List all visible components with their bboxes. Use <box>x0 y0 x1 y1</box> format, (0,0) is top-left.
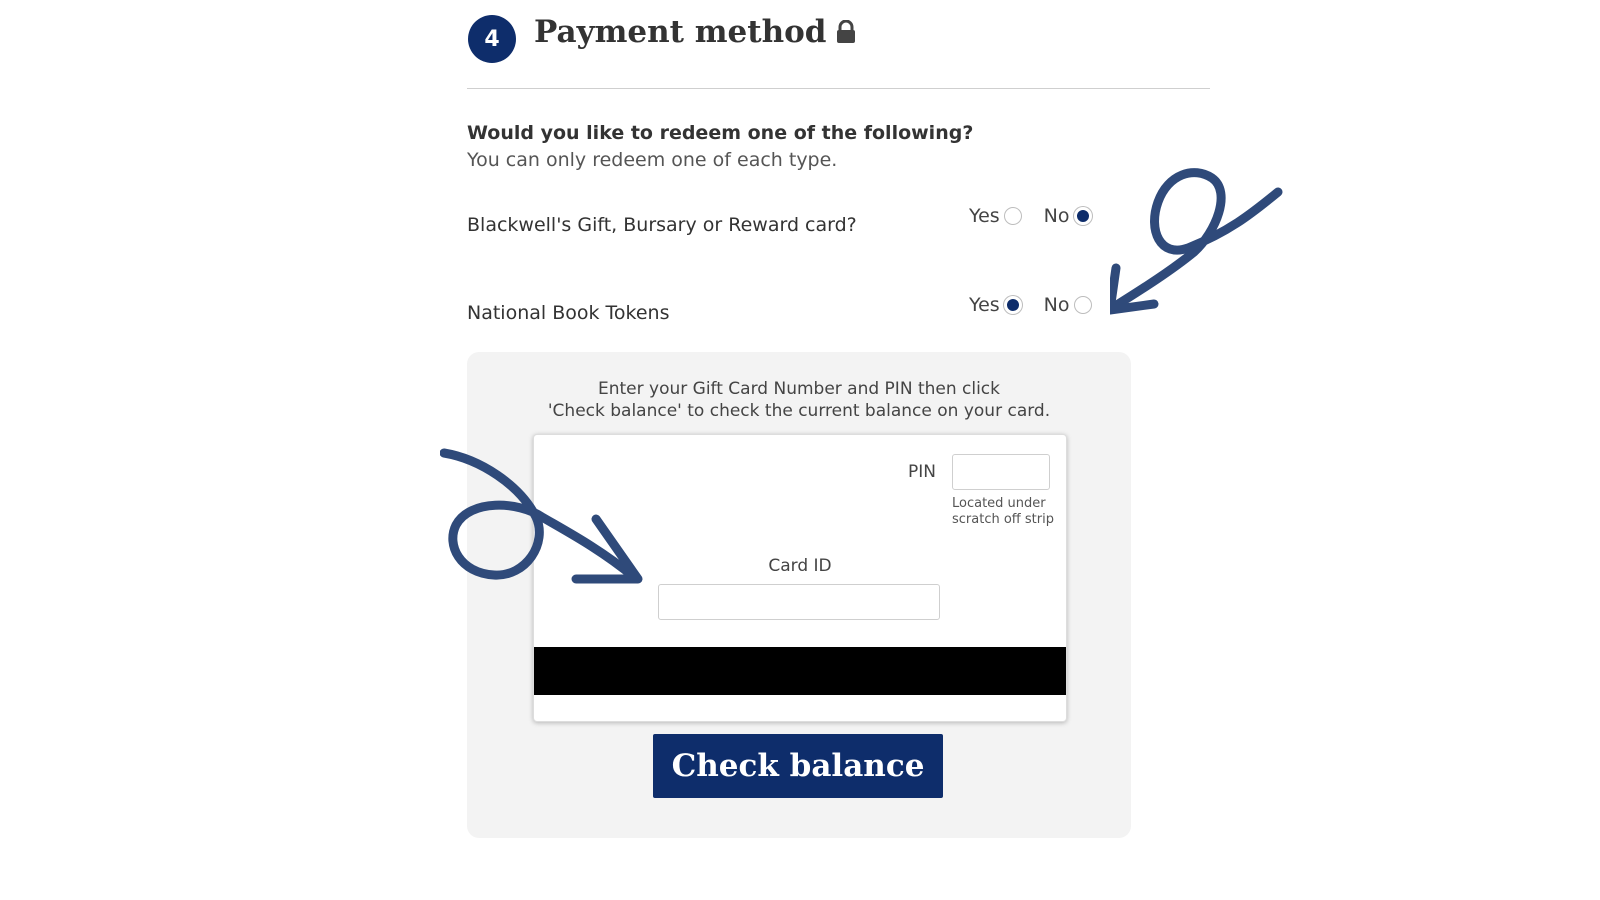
section-divider <box>467 88 1210 89</box>
book-tokens-option-label: National Book Tokens <box>467 302 670 324</box>
gift-card-yes-option[interactable]: Yes <box>969 205 1022 227</box>
gift-card-radio-group: Yes No <box>969 205 1092 227</box>
book-tokens-no-radio[interactable] <box>1073 296 1092 314</box>
card-id-input[interactable] <box>658 584 940 620</box>
annotation-arrow-top-right <box>1110 168 1283 315</box>
section-title: Payment method <box>534 14 856 50</box>
gift-card-yes-radio[interactable] <box>1003 207 1022 225</box>
card-id-label: Card ID <box>768 556 832 576</box>
pin-hint-line-2: scratch off strip <box>952 512 1054 527</box>
book-tokens-yes-radio[interactable] <box>1003 296 1022 314</box>
gift-card-no-label: No <box>1043 205 1070 227</box>
book-tokens-yes-option[interactable]: Yes <box>969 294 1022 316</box>
redeem-question-heading: Would you like to redeem one of the foll… <box>467 122 974 144</box>
pin-input[interactable] <box>952 454 1050 490</box>
gift-card-instructions: Enter your Gift Card Number and PIN then… <box>467 378 1131 422</box>
instructions-line-1: Enter your Gift Card Number and PIN then… <box>597 379 1000 399</box>
step-number-badge: 4 <box>468 15 516 63</box>
section-title-text: Payment method <box>534 14 827 50</box>
gift-card-yes-label: Yes <box>969 205 1000 227</box>
book-tokens-no-option[interactable]: No <box>1044 294 1092 316</box>
pin-hint: Located under scratch off strip <box>952 496 1062 528</box>
lock-icon <box>836 20 856 44</box>
gift-card-illustration: PIN Located under scratch off strip Card… <box>533 434 1067 722</box>
gift-card-option-label: Blackwell's Gift, Bursary or Reward card… <box>467 214 857 236</box>
redeem-question-subheading: You can only redeem one of each type. <box>467 149 838 171</box>
book-tokens-yes-label: Yes <box>969 294 1000 316</box>
book-tokens-no-label: No <box>1043 294 1070 316</box>
pin-label: PIN <box>908 462 936 482</box>
magnetic-strip <box>534 647 1066 695</box>
instructions-line-2: 'Check balance' to check the current bal… <box>547 401 1051 421</box>
gift-card-no-radio[interactable] <box>1073 207 1092 225</box>
check-balance-button[interactable]: Check balance <box>653 734 943 798</box>
pin-hint-line-1: Located under <box>952 496 1046 511</box>
book-tokens-radio-group: Yes No <box>969 294 1092 316</box>
gift-card-no-option[interactable]: No <box>1044 205 1092 227</box>
